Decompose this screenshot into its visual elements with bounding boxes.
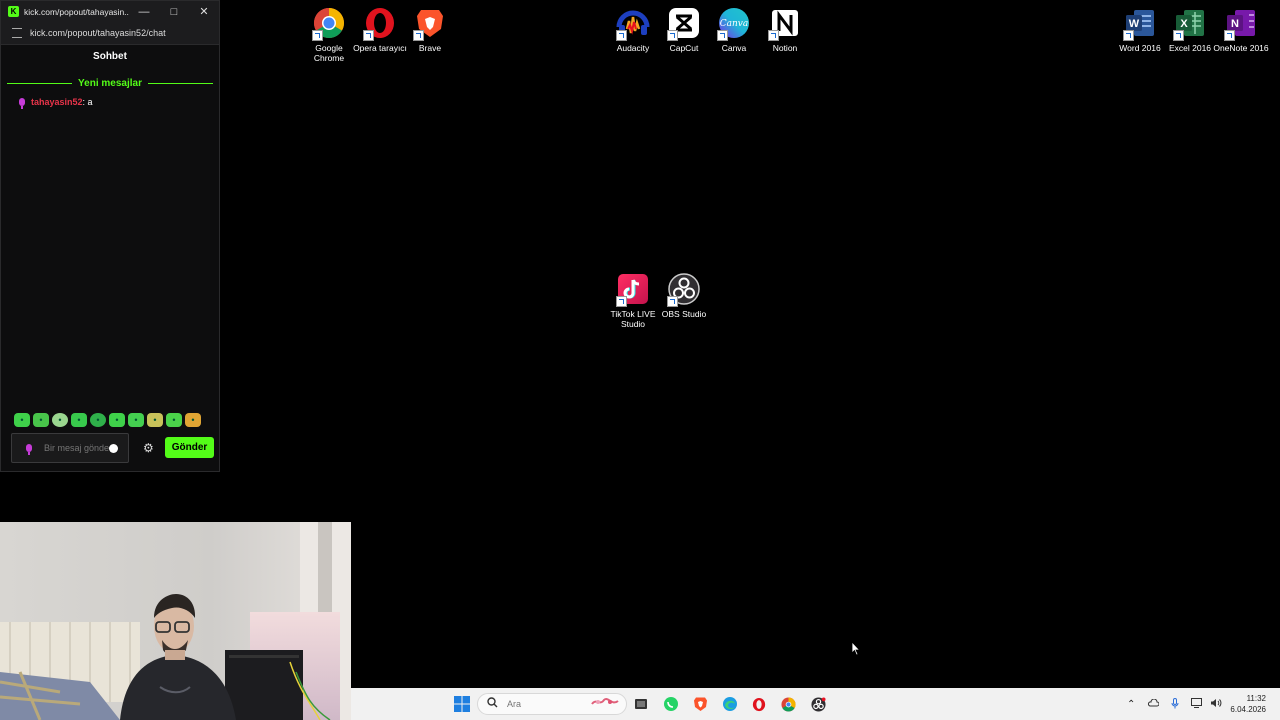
desktop-icon-onenote[interactable]: N OneNote 2016	[1212, 6, 1270, 53]
task-view-icon[interactable]	[633, 696, 649, 712]
desktop-icon-chrome[interactable]: Google Chrome	[300, 6, 358, 63]
emote-icon[interactable]: •	[166, 413, 182, 427]
microphone-badge-icon	[19, 98, 25, 109]
emote-icon[interactable]: •	[14, 413, 30, 427]
desktop-icon-canva[interactable]: Canva Canva	[705, 6, 763, 53]
chat-message-input[interactable]	[44, 443, 109, 453]
desktop-icon-label: Canva	[721, 43, 747, 53]
desktop-icon-label: TikTok LIVE Studio	[610, 309, 656, 329]
desktop-icon-obs[interactable]: OBS Studio	[655, 272, 713, 319]
system-tray: ⌃ 11:32 6.04.2026	[1127, 688, 1280, 720]
taskbar-search-box[interactable]	[477, 693, 627, 715]
svg-text:W: W	[1129, 18, 1140, 30]
search-icon	[487, 695, 498, 713]
chat-header-title: Sohbet	[93, 51, 127, 62]
opera-icon	[363, 6, 397, 41]
emote-icon[interactable]: •	[33, 413, 49, 427]
excel-icon: X	[1173, 6, 1207, 41]
search-highlight-icon	[590, 695, 620, 713]
site-settings-icon[interactable]	[12, 28, 22, 38]
opera-taskbar-icon[interactable]	[751, 696, 767, 712]
network-icon[interactable]	[1191, 698, 1203, 710]
obs-taskbar-icon[interactable]	[810, 696, 826, 712]
window-title: kick.com/popout/tahayasin...	[24, 6, 129, 17]
send-button[interactable]: Gönder	[165, 437, 214, 458]
desktop-icon-label: Brave	[418, 43, 442, 53]
new-messages-divider: Yeni mesajlar	[7, 73, 213, 93]
onenote-icon: N	[1224, 6, 1258, 41]
chrome-taskbar-icon[interactable]	[780, 696, 796, 712]
chrome-icon	[312, 6, 346, 41]
microphone-tray-icon[interactable]	[1171, 697, 1179, 711]
brave-icon	[413, 6, 447, 41]
canva-icon: Canva	[717, 6, 751, 41]
svg-text:Canva: Canva	[720, 19, 749, 29]
tiktok-live-icon	[616, 272, 650, 307]
chat-popout-window[interactable]: K kick.com/popout/tahayasin... — □ ✕ kic…	[0, 0, 220, 472]
webcam-overlay	[0, 522, 351, 720]
microphone-icon[interactable]	[26, 444, 32, 455]
desktop-icon-label: Excel 2016	[1168, 43, 1212, 53]
whatsapp-icon[interactable]	[663, 696, 679, 712]
emote-icon[interactable]: •	[52, 413, 68, 427]
notion-icon	[768, 6, 802, 41]
windows-start-icon[interactable]	[454, 696, 470, 712]
clock-date: 6.04.2026	[1230, 705, 1266, 714]
close-button[interactable]: ✕	[189, 1, 219, 22]
onedrive-cloud-icon[interactable]	[1147, 698, 1160, 709]
emote-icon[interactable]: •	[71, 413, 87, 427]
clock-time: 11:32	[1246, 694, 1266, 703]
chat-message[interactable]: tahayasin52 : a	[19, 97, 219, 109]
address-bar[interactable]: kick.com/popout/tahayasin52/chat	[1, 22, 219, 45]
audacity-icon	[616, 6, 650, 41]
kick-logo-icon: K	[8, 6, 19, 17]
emote-icon[interactable]: •	[185, 413, 201, 427]
desktop-icon-excel[interactable]: X Excel 2016	[1161, 6, 1219, 53]
url-text[interactable]: kick.com/popout/tahayasin52/chat	[30, 28, 166, 38]
taskbar: ⌃ 11:32 6.04.2026	[351, 688, 1280, 720]
emote-icon[interactable]: •	[147, 413, 163, 427]
emoji-picker-icon[interactable]	[109, 443, 118, 453]
chat-settings-gear-icon[interactable]: ⚙	[143, 441, 154, 455]
edge-icon[interactable]	[722, 696, 738, 712]
desktop-icon-label: Google Chrome	[313, 43, 345, 63]
desktop-icon-brave[interactable]: Brave	[401, 6, 459, 53]
maximize-button[interactable]: □	[159, 1, 189, 22]
desktop-icon-label: Notion	[772, 43, 798, 53]
new-messages-label: Yeni mesajlar	[72, 77, 148, 89]
window-titlebar[interactable]: K kick.com/popout/tahayasin... — □ ✕	[1, 1, 219, 22]
obs-icon	[667, 272, 701, 307]
volume-icon[interactable]	[1210, 698, 1222, 710]
svg-text:X: X	[1180, 18, 1188, 30]
taskbar-search-input[interactable]	[505, 698, 579, 710]
svg-text:N: N	[1231, 18, 1239, 30]
chat-username[interactable]: tahayasin52	[31, 97, 83, 107]
mouse-cursor-icon	[851, 641, 861, 656]
desktop-icon-label: OBS Studio	[661, 309, 707, 319]
emote-icon[interactable]: •	[128, 413, 144, 427]
word-icon: W	[1123, 6, 1157, 41]
chat-message-text: a	[87, 97, 93, 107]
show-hidden-icons-chevron-icon[interactable]: ⌃	[1127, 699, 1135, 710]
desktop-icon-label: Audacity	[616, 43, 650, 53]
brave-taskbar-icon[interactable]	[692, 696, 708, 712]
capcut-icon	[667, 6, 701, 41]
desktop-icon-label: OneNote 2016	[1213, 43, 1269, 53]
minimize-button[interactable]: —	[129, 1, 159, 22]
desktop-icon-tiktok-live[interactable]: TikTok LIVE Studio	[604, 272, 662, 329]
desktop-icon-audacity[interactable]: Audacity	[604, 6, 662, 53]
emote-icon[interactable]: •	[109, 413, 125, 427]
desktop-icon-notion[interactable]: Notion	[756, 6, 814, 53]
emote-icon[interactable]: •	[90, 413, 106, 427]
quick-emote-bar: • • • • • • • • • •	[14, 413, 201, 427]
taskbar-clock[interactable]: 11:32 6.04.2026	[1230, 693, 1266, 715]
chat-input-box[interactable]	[11, 433, 129, 463]
webcam-feed	[0, 522, 351, 720]
